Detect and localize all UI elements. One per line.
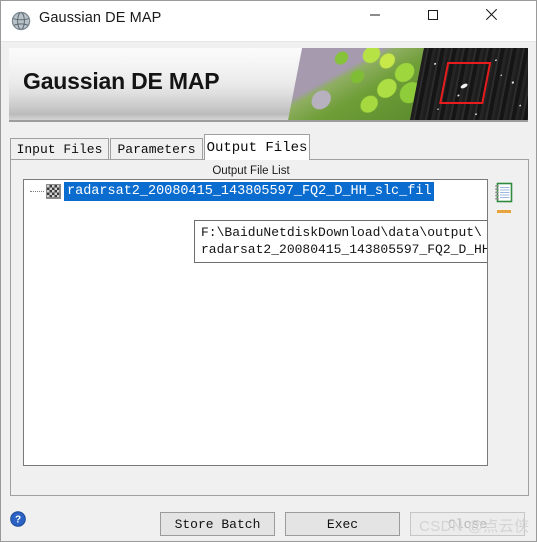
svg-text:?: ? <box>15 515 21 526</box>
tab-label: Parameters <box>117 142 196 157</box>
app-banner: Gaussian DE MAP <box>9 48 528 122</box>
banner-artwork <box>288 48 528 120</box>
tab-label: Input Files <box>16 142 103 157</box>
aerial-photo-thumbnail <box>288 48 424 120</box>
store-batch-button[interactable]: Store Batch <box>160 512 275 536</box>
close-dialog-button: Close <box>410 512 525 536</box>
tab-strip: Input Files Parameters Output Files <box>10 134 528 160</box>
help-icon[interactable]: ? <box>10 511 26 527</box>
close-button[interactable] <box>468 1 514 32</box>
tool-accent-bar <box>497 210 511 213</box>
output-file-list[interactable]: radarsat2_20080415_143805597_FQ2_D_HH_sl… <box>23 179 488 466</box>
application-window: Gaussian DE MAP Gaussian DE MAP Input Fi… <box>0 0 537 542</box>
window-title: Gaussian DE MAP <box>39 10 162 26</box>
minimize-button[interactable] <box>352 1 398 32</box>
banner-title: Gaussian DE MAP <box>23 68 220 94</box>
button-label: Store Batch <box>174 516 261 532</box>
title-bar: Gaussian DE MAP <box>1 1 536 42</box>
list-item[interactable]: radarsat2_20080415_143805597_FQ2_D_HH_sl… <box>24 182 487 201</box>
exec-button[interactable]: Exec <box>285 512 400 536</box>
maximize-button[interactable] <box>410 1 456 32</box>
button-label: Close <box>447 516 487 532</box>
output-file-list-caption: Output File List <box>212 165 290 177</box>
maximize-icon <box>427 8 439 26</box>
sar-image-thumbnail <box>410 48 528 120</box>
side-tool-bar <box>488 179 522 466</box>
minimize-icon <box>369 8 381 26</box>
tab-label: Output Files <box>206 139 308 156</box>
tooltip-line-2: radarsat2_20080415_143805597_FQ2_D_HH_sl… <box>201 242 487 257</box>
tooltip-line-1: F:\BaiduNetdiskDownload\data\output\ <box>201 225 482 240</box>
button-label: Exec <box>326 516 359 532</box>
tab-parameters[interactable]: Parameters <box>110 138 203 160</box>
tree-connector-icon <box>24 182 46 201</box>
list-item-label: radarsat2_20080415_143805597_FQ2_D_HH_sl… <box>64 182 434 201</box>
raster-file-icon <box>46 184 61 199</box>
globe-icon <box>11 11 31 31</box>
close-icon <box>485 8 498 26</box>
output-files-panel: Output File List radarsat2_20080415_1438… <box>10 159 529 496</box>
tab-input-files[interactable]: Input Files <box>10 138 109 160</box>
notepad-icon[interactable] <box>494 182 514 204</box>
file-path-tooltip: F:\BaiduNetdiskDownload\data\output\ rad… <box>194 220 487 263</box>
tab-output-files[interactable]: Output Files <box>204 134 310 160</box>
